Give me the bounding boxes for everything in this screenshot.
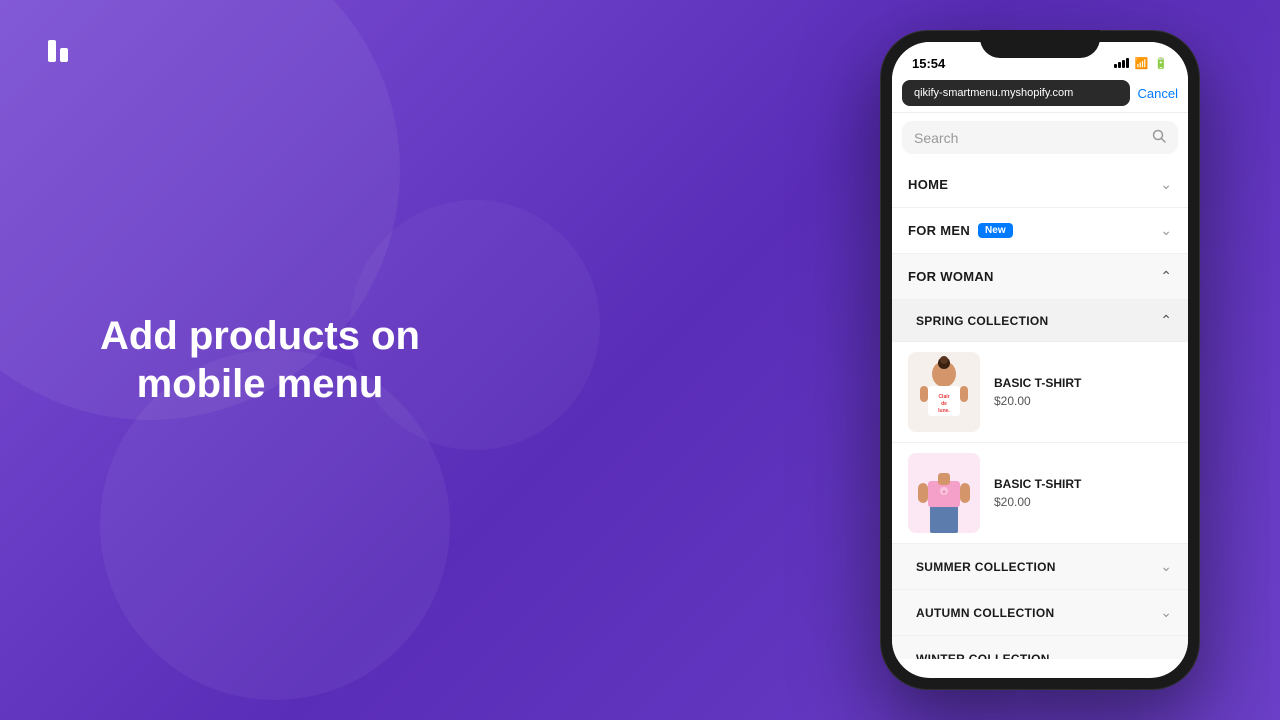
chevron-down-icon: ⌄: [1160, 176, 1172, 193]
hero-line2: mobile menu: [137, 362, 384, 406]
search-placeholder: Search: [914, 130, 1146, 146]
chevron-up-icon-spring: ⌃: [1160, 312, 1172, 329]
logo-icon: [40, 28, 84, 72]
new-badge: New: [978, 223, 1013, 238]
product-1-illustration: Clair de lune.: [908, 352, 980, 432]
svg-text:Clair: Clair: [938, 394, 949, 400]
status-icons: 📶 🔋: [1114, 57, 1168, 70]
chevron-down-icon-men: ⌄: [1160, 222, 1172, 239]
logo: [40, 28, 84, 77]
hero-text: Add products on mobile menu: [100, 312, 420, 408]
cancel-button[interactable]: Cancel: [1138, 86, 1178, 101]
svg-text:de: de: [941, 401, 947, 407]
browser-bar: qikify-smartmenu.myshopify.com Cancel: [892, 74, 1188, 113]
svg-text:lune.: lune.: [938, 408, 950, 414]
sub-menu-item-spring[interactable]: SPRING COLLECTION ⌃: [892, 300, 1188, 342]
sub-item-summer-label: SUMMER COLLECTION: [916, 560, 1056, 574]
sub-item-winter-label: WINTER COLLECTION: [916, 652, 1050, 660]
product-2-illustration: ✿: [908, 453, 980, 533]
signal-icon: [1114, 58, 1129, 68]
menu-item-for-woman-label: FOR WOMAN: [908, 269, 994, 284]
product-card-1[interactable]: Clair de lune. BASIC T-SHIRT $20.00: [892, 342, 1188, 443]
menu-item-for-men[interactable]: FOR MEN New ⌄: [892, 208, 1188, 254]
product-image-2: ✿: [908, 453, 980, 533]
product-price-2: $20.00: [994, 495, 1081, 509]
menu-item-for-men-label: FOR MEN: [908, 223, 970, 238]
phone-frame: 15:54 📶 🔋 qikify-smartmenu.myshopify.com: [880, 30, 1200, 690]
menu-item-home[interactable]: HOME ⌄: [892, 162, 1188, 208]
menu-item-for-woman-left: FOR WOMAN: [908, 269, 994, 284]
menu-item-summer[interactable]: SUMMER COLLECTION ⌄: [892, 544, 1188, 590]
chevron-down-icon-autumn: ⌄: [1160, 604, 1172, 621]
menu-item-home-label: HOME: [908, 177, 948, 192]
search-bar[interactable]: Search: [902, 121, 1178, 154]
product-image-1: Clair de lune.: [908, 352, 980, 432]
sub-item-autumn-label: AUTUMN COLLECTION: [916, 606, 1054, 620]
chevron-down-icon-winter: ⌄: [1160, 650, 1172, 659]
status-time: 15:54: [912, 56, 945, 71]
url-text: qikify-smartmenu.myshopify.com: [914, 87, 1073, 99]
phone-screen: 15:54 📶 🔋 qikify-smartmenu.myshopify.com: [892, 42, 1188, 678]
product-name-2: BASIC T-SHIRT: [994, 477, 1081, 491]
product-info-2: BASIC T-SHIRT $20.00: [994, 477, 1081, 509]
hero-line1: Add products on: [100, 314, 420, 358]
sub-item-spring-label: SPRING COLLECTION: [916, 314, 1048, 328]
battery-icon: 🔋: [1154, 57, 1168, 70]
menu-content: Search HOME ⌄: [892, 113, 1188, 659]
menu-item-for-men-left: FOR MEN New: [908, 223, 1013, 238]
phone-mockup: 15:54 📶 🔋 qikify-smartmenu.myshopify.com: [880, 30, 1200, 690]
phone-notch: [980, 30, 1100, 58]
url-bar[interactable]: qikify-smartmenu.myshopify.com: [902, 80, 1130, 106]
menu-item-autumn[interactable]: AUTUMN COLLECTION ⌄: [892, 590, 1188, 636]
product-info-1: BASIC T-SHIRT $20.00: [994, 376, 1081, 408]
product-name-1: BASIC T-SHIRT: [994, 376, 1081, 390]
chevron-down-icon-summer: ⌄: [1160, 558, 1172, 575]
menu-item-winter[interactable]: WINTER COLLECTION ⌄: [892, 636, 1188, 659]
menu-item-for-woman[interactable]: FOR WOMAN ⌃: [892, 254, 1188, 300]
search-icon: [1152, 129, 1166, 146]
product-card-2[interactable]: ✿ BASIC T-SHIRT $20.00: [892, 443, 1188, 544]
wifi-icon: 📶: [1135, 57, 1149, 70]
menu-item-home-left: HOME: [908, 177, 948, 192]
product-price-1: $20.00: [994, 394, 1081, 408]
chevron-up-icon-woman: ⌃: [1160, 268, 1172, 285]
